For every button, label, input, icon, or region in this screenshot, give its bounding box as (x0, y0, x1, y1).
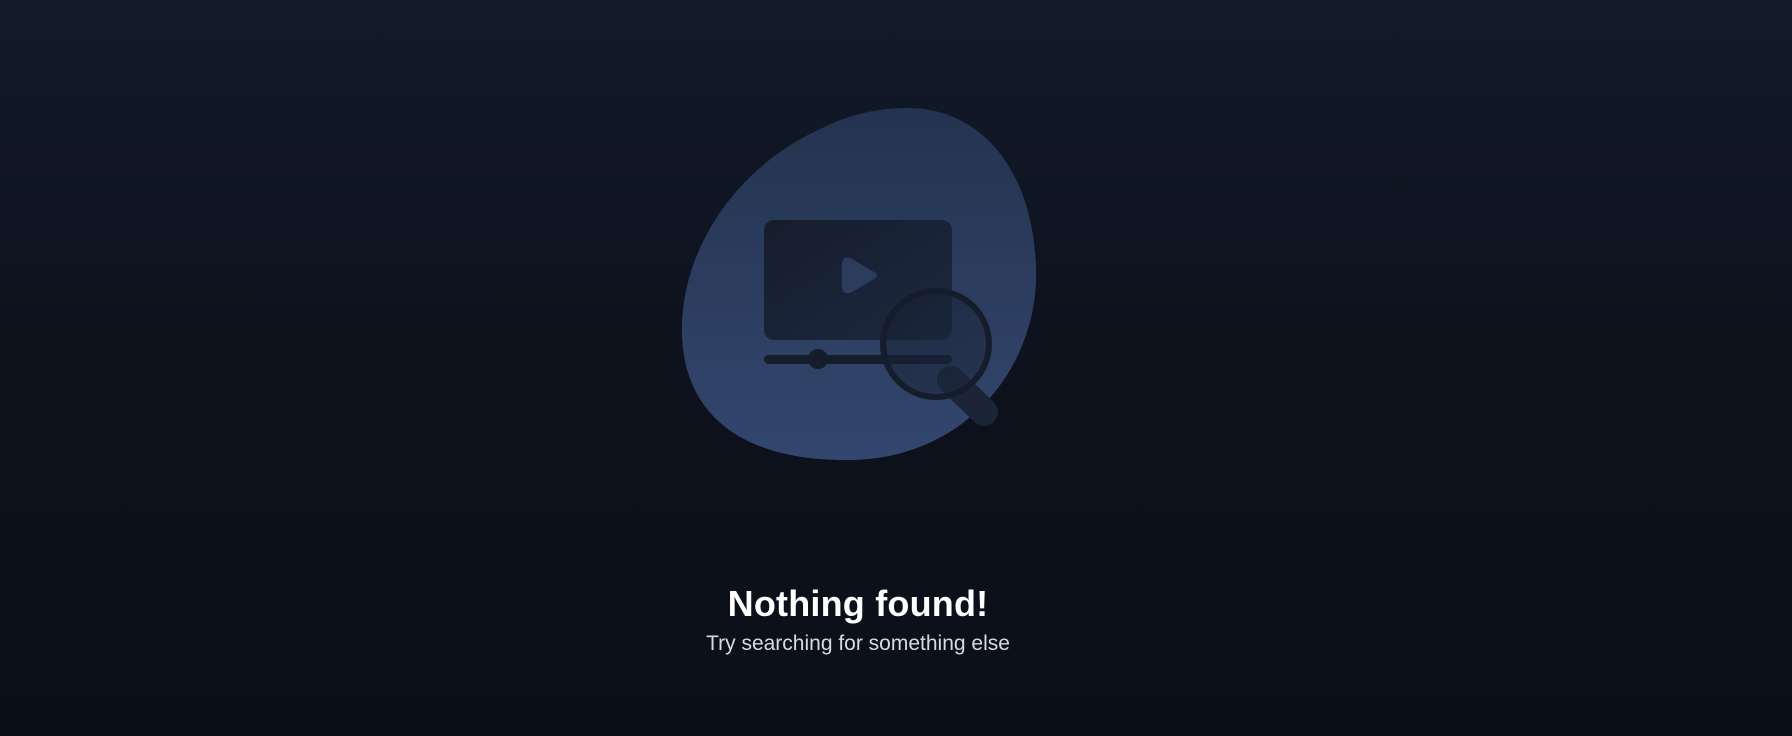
empty-state: Nothing found! Try searching for somethi… (0, 0, 1792, 736)
magnifier-lens (880, 288, 992, 400)
empty-state-title: Nothing found! (727, 583, 989, 625)
empty-state-subtitle: Try searching for something else (706, 632, 1010, 655)
video-progress-knob (808, 349, 828, 369)
video-search-icon (666, 96, 1046, 476)
